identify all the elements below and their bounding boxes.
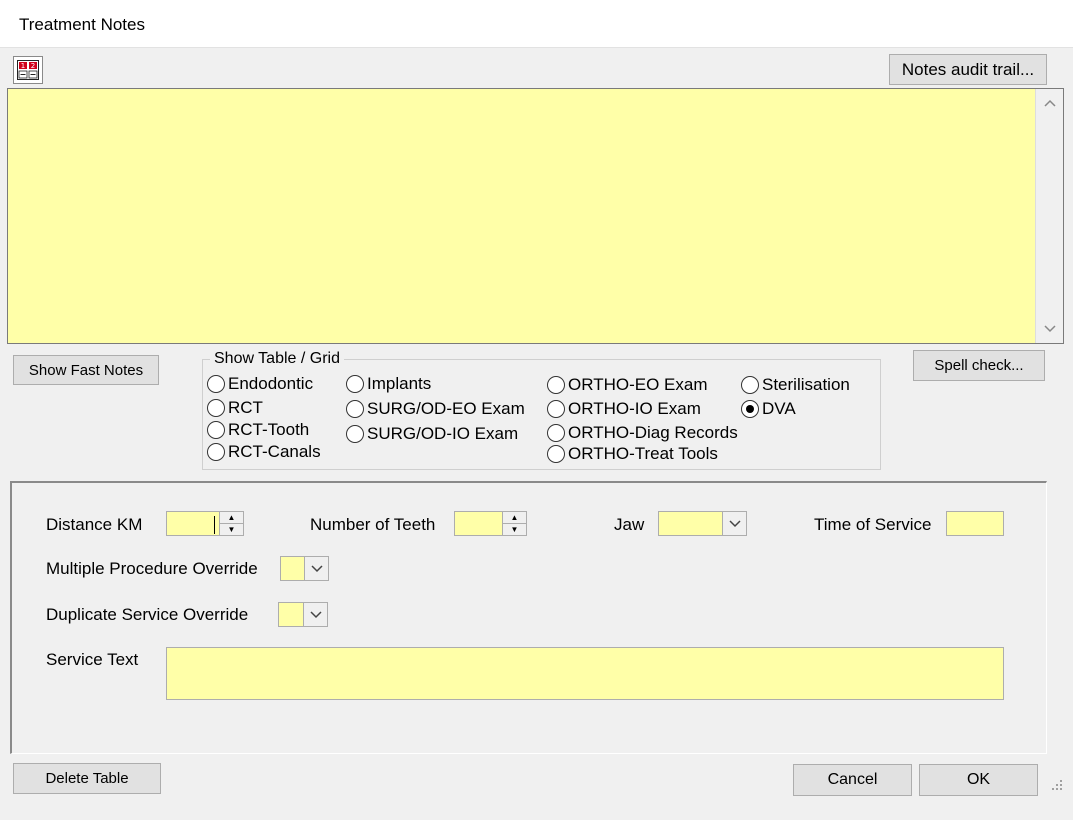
jaw-label: Jaw (614, 515, 645, 534)
radio-circle[interactable] (741, 376, 759, 394)
radio-circle[interactable] (547, 400, 565, 418)
radio-circle[interactable] (207, 443, 225, 461)
show-fast-notes-button[interactable]: Show Fast Notes (13, 355, 159, 385)
radio-rct-tooth[interactable]: RCT-Tooth (207, 420, 309, 440)
time-of-service-label: Time of Service (814, 515, 932, 534)
calculator-icon[interactable]: 1 2 (13, 56, 43, 84)
chevron-down-icon[interactable] (303, 603, 327, 626)
radio-rct[interactable]: RCT (207, 398, 263, 418)
title-bar: Treatment Notes (0, 0, 1073, 48)
svg-text:1: 1 (21, 62, 25, 70)
radio-label: Sterilisation (762, 375, 850, 394)
dva-form-panel: Distance KM ▲ ▼ Number of Teeth ▲ ▼ Jaw … (10, 481, 1047, 754)
radio-circle[interactable] (207, 375, 225, 393)
chevron-down-icon[interactable] (722, 512, 746, 535)
radio-label: SURG/OD-IO Exam (367, 424, 519, 443)
spin-down-icon[interactable]: ▼ (503, 524, 526, 535)
radio-ortho-diag-records[interactable]: ORTHO-Diag Records (547, 423, 738, 443)
radio-sterilisation[interactable]: Sterilisation (741, 375, 850, 395)
delete-table-button[interactable]: Delete Table (13, 763, 161, 794)
radio-label: DVA (762, 399, 796, 418)
spin-up-icon[interactable]: ▲ (503, 512, 526, 524)
spin-down-icon[interactable]: ▼ (220, 524, 243, 535)
radio-label: RCT-Tooth (228, 420, 310, 439)
svg-text:2: 2 (31, 62, 35, 70)
spell-check-button[interactable]: Spell check... (913, 350, 1045, 381)
radio-label: ORTHO-IO Exam (568, 399, 701, 418)
multiple-procedure-override-select[interactable] (280, 556, 329, 581)
radio-label: SURG/OD-EO Exam (367, 399, 525, 418)
number-of-teeth-label: Number of Teeth (310, 515, 436, 534)
notes-textarea[interactable] (7, 88, 1064, 344)
radio-circle[interactable] (547, 445, 565, 463)
radio-label: ORTHO-Diag Records (568, 423, 738, 442)
service-text-label: Service Text (46, 650, 139, 669)
radio-implants[interactable]: Implants (346, 374, 431, 394)
radio-surg-od-io-exam[interactable]: SURG/OD-IO Exam (346, 424, 518, 444)
resize-grip-icon[interactable] (1051, 778, 1063, 796)
radio-dva[interactable]: DVA (741, 399, 796, 419)
service-text-input[interactable] (166, 647, 1004, 700)
radio-label: RCT (228, 398, 263, 417)
scroll-down-icon[interactable] (1036, 319, 1064, 339)
distance-km-label: Distance KM (46, 515, 143, 534)
radio-circle[interactable] (547, 424, 565, 442)
text-caret (214, 516, 215, 534)
duplicate-service-override-select[interactable] (278, 602, 328, 627)
time-of-service-input[interactable] (946, 511, 1004, 536)
cancel-button[interactable]: Cancel (793, 764, 912, 796)
distance-km-stepper[interactable]: ▲ ▼ (166, 511, 244, 536)
table-grid-legend: Show Table / Grid (210, 350, 344, 368)
radio-circle[interactable] (207, 399, 225, 417)
ok-button[interactable]: OK (919, 764, 1038, 796)
radio-label: ORTHO-Treat Tools (568, 444, 718, 463)
radio-surg-od-eo-exam[interactable]: SURG/OD-EO Exam (346, 399, 525, 419)
notes-scrollbar[interactable] (1035, 89, 1063, 343)
radio-ortho-eo-exam[interactable]: ORTHO-EO Exam (547, 375, 707, 395)
spin-buttons[interactable]: ▲ ▼ (219, 512, 243, 535)
radio-label: Endodontic (228, 374, 314, 393)
radio-ortho-io-exam[interactable]: ORTHO-IO Exam (547, 399, 701, 419)
spin-up-icon[interactable]: ▲ (220, 512, 243, 524)
radio-label: Implants (367, 374, 432, 393)
radio-label: RCT-Canals (228, 442, 321, 461)
radio-circle[interactable] (207, 421, 225, 439)
spin-buttons[interactable]: ▲ ▼ (502, 512, 526, 535)
radio-rct-canals[interactable]: RCT-Canals (207, 442, 321, 462)
radio-circle-selected[interactable] (741, 400, 759, 418)
duplicate-service-override-label: Duplicate Service Override (46, 605, 249, 624)
jaw-select[interactable] (658, 511, 747, 536)
window-title: Treatment Notes (19, 15, 145, 34)
radio-circle[interactable] (346, 400, 364, 418)
radio-circle[interactable] (547, 376, 565, 394)
radio-ortho-treat-tools[interactable]: ORTHO-Treat Tools (547, 444, 718, 464)
notes-audit-trail-button[interactable]: Notes audit trail... (889, 54, 1047, 85)
radio-circle[interactable] (346, 375, 364, 393)
radio-label: ORTHO-EO Exam (568, 375, 708, 394)
multiple-procedure-override-label: Multiple Procedure Override (46, 559, 258, 578)
radio-endodontic[interactable]: Endodontic (207, 374, 313, 394)
scroll-up-icon[interactable] (1036, 93, 1064, 113)
chevron-down-icon[interactable] (304, 557, 328, 580)
number-of-teeth-stepper[interactable]: ▲ ▼ (454, 511, 527, 536)
radio-circle[interactable] (346, 425, 364, 443)
